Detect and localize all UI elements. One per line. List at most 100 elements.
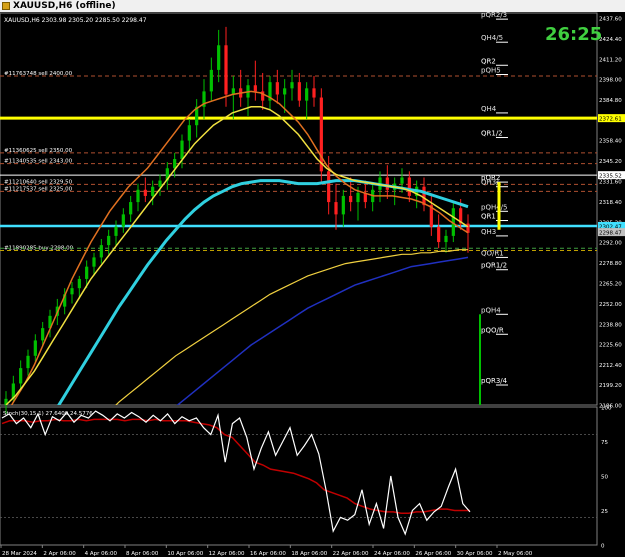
candle-body xyxy=(121,214,125,227)
price-axis-label: 2331.60 xyxy=(599,180,622,186)
order-label: #11340535 sell 2343.00 xyxy=(4,159,73,165)
stoch-signal-line xyxy=(1,418,470,515)
time-axis-label: 30 Apr 06:00 xyxy=(457,551,493,557)
candle-body xyxy=(283,88,287,95)
price-tag-label: 2372.61 xyxy=(599,117,622,123)
candle-body xyxy=(217,45,221,70)
candle-body xyxy=(180,140,184,160)
level-label: QR1 xyxy=(481,213,496,221)
candle-body xyxy=(334,202,338,215)
price-axis-label: 2437.60 xyxy=(599,17,622,23)
candle-body xyxy=(209,69,213,92)
time-axis-label: 16 Apr 06:00 xyxy=(250,551,286,557)
oscillator-axis-label: 0 xyxy=(601,544,605,550)
time-axis-label: 12 Apr 06:00 xyxy=(209,551,245,557)
candle-body xyxy=(136,189,140,203)
level-label: QR1/2 xyxy=(481,130,503,138)
time-axis-label: 22 Apr 06:00 xyxy=(333,551,369,557)
oscillator-axis-label: 100 xyxy=(601,406,612,412)
candle-body xyxy=(85,266,89,279)
order-label: #11210640 sell 2329.50 xyxy=(4,179,73,185)
price-axis-label: 2292.00 xyxy=(599,241,622,247)
candle-body xyxy=(33,340,37,356)
countdown-timer: 26:25 xyxy=(545,24,602,45)
candle-body xyxy=(41,328,45,341)
candle-body xyxy=(129,202,133,215)
candle-body xyxy=(444,235,448,243)
time-axis-label: 4 Apr 06:00 xyxy=(85,551,118,557)
price-axis-label: 2252.00 xyxy=(599,302,622,308)
candle-body xyxy=(349,195,353,203)
price-axis-label: 2398.00 xyxy=(599,78,622,84)
level-label: QH4 xyxy=(481,105,497,113)
ma-yellow-line xyxy=(5,106,469,405)
candle-body xyxy=(275,82,279,95)
candle-body xyxy=(341,195,345,215)
candle-body xyxy=(92,257,96,267)
level-label: pQH4/5 xyxy=(481,203,507,211)
chart-window-icon xyxy=(2,2,10,10)
candle-body xyxy=(253,85,257,92)
order-label: #11360625 sell 2350.00 xyxy=(4,148,73,154)
time-axis-label: 2 May 06:00 xyxy=(498,551,533,557)
price-axis-label: 2199.20 xyxy=(599,383,622,389)
candle-body xyxy=(19,368,23,384)
time-axis-label: 28 Mar 2024 xyxy=(2,551,37,557)
candle-body xyxy=(305,88,309,101)
candle-body xyxy=(173,159,177,169)
time-axis-label: 18 Apr 06:00 xyxy=(291,551,327,557)
time-axis-label: 10 Apr 06:00 xyxy=(167,551,203,557)
price-tag-label: 2335.52 xyxy=(599,174,622,180)
level-label: QH3 xyxy=(481,228,496,236)
candle-body xyxy=(77,278,81,289)
level-label: pQH5 xyxy=(481,66,501,74)
time-axis-label: 8 Apr 06:00 xyxy=(126,551,159,557)
price-axis-label: 2238.80 xyxy=(599,322,622,328)
level-label: pQH4 xyxy=(481,306,501,314)
price-axis-label: 2411.20 xyxy=(599,57,622,63)
candle-body xyxy=(224,45,228,95)
price-tag-label: 2298.47 xyxy=(599,231,622,237)
ma-orange-line xyxy=(10,90,469,405)
price-chart[interactable]: #11763748 sell 2400.00 #11360625 sell 235… xyxy=(0,12,625,557)
candle-body xyxy=(26,355,30,369)
level-label: QO/R1 xyxy=(481,249,504,257)
price-axis-label: 2384.80 xyxy=(599,98,622,104)
candle-body xyxy=(158,180,162,187)
chart-header: XAUUSD,H6 2303.98 2305.20 2285.50 2298.4… xyxy=(4,17,147,24)
candle-body xyxy=(319,97,323,172)
candle-body xyxy=(70,288,74,295)
candle-body xyxy=(312,88,316,98)
price-axis-label: 2424.40 xyxy=(599,37,622,43)
price-axis-label: 2265.20 xyxy=(599,282,622,288)
oscillator-panel xyxy=(0,406,598,546)
candle-body xyxy=(400,177,404,184)
time-axis-label: 24 Apr 06:00 xyxy=(374,551,410,557)
chart-window: XAUUSD,H6 (offline) #11763748 sell 2400.… xyxy=(0,0,625,557)
stoch-main-line xyxy=(1,410,471,536)
order-label: #11763748 sell 2400.00 xyxy=(4,71,73,77)
oscillator-axis-label: 75 xyxy=(601,440,608,446)
price-axis-label: 2212.40 xyxy=(599,363,622,369)
candle-body xyxy=(437,226,441,243)
candle-body xyxy=(187,125,191,141)
title-bar[interactable]: XAUUSD,H6 (offline) xyxy=(0,0,625,12)
candle-body xyxy=(290,82,294,89)
level-label: QH4/5 xyxy=(481,34,503,42)
candle-body xyxy=(356,192,360,203)
window-title: XAUUSD,H6 (offline) xyxy=(13,1,116,11)
oscillator-header: Stoch(30,15,1) 27.6400 24.5776 xyxy=(3,411,93,417)
candle-body xyxy=(385,177,389,190)
level-label: pQR2/3 xyxy=(481,12,507,19)
price-axis-label: 2318.40 xyxy=(599,200,622,206)
level-label: pQR1/2 xyxy=(481,262,507,270)
candle-body xyxy=(407,177,411,196)
level-label: QH3/ xyxy=(481,179,499,187)
level-label: pQR3/4 xyxy=(481,377,508,385)
candle-body xyxy=(143,189,147,196)
time-axis-label: 2 Apr 06:00 xyxy=(43,551,76,557)
candle-body xyxy=(297,82,301,101)
candle-body xyxy=(151,186,155,196)
oscillator-axis-label: 50 xyxy=(601,475,608,481)
level-label: pQO/R xyxy=(481,326,504,334)
